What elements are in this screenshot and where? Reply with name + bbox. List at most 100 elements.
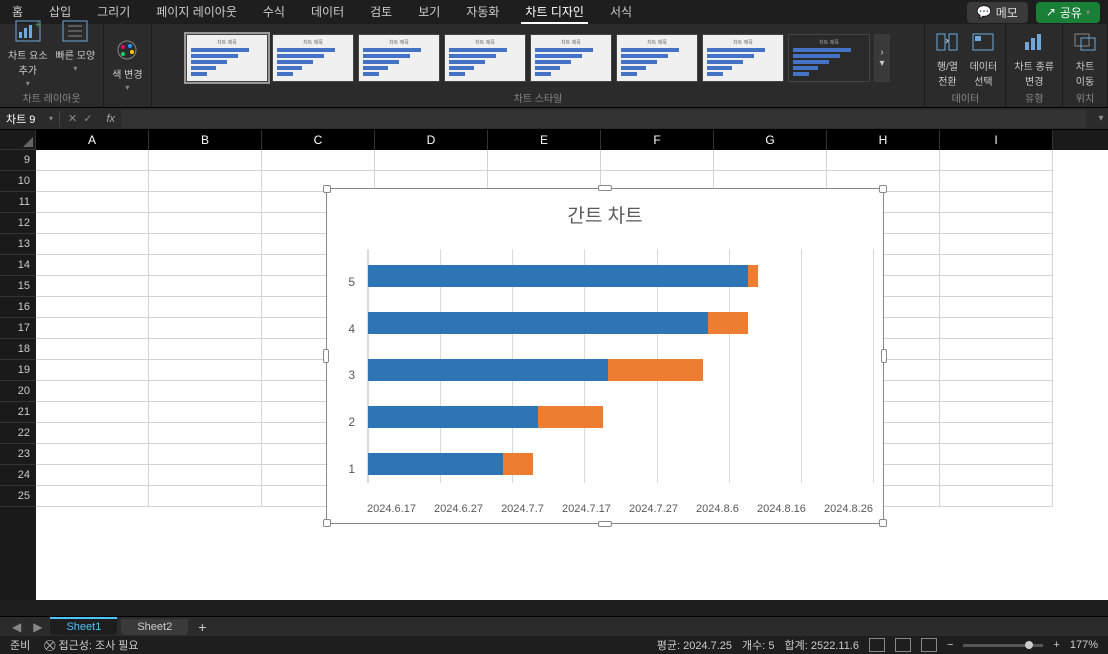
menu-draw[interactable]: 그리기 [93,1,134,24]
enter-icon[interactable]: ✓ [83,112,92,125]
sheet-nav-prev[interactable]: ◀ [8,620,25,634]
row-header[interactable]: 19 [0,360,36,381]
col-header[interactable]: I [940,130,1053,150]
cell[interactable] [36,381,149,402]
cell[interactable] [36,486,149,507]
col-header[interactable]: D [375,130,488,150]
row-header[interactable]: 20 [0,381,36,402]
cell[interactable] [940,339,1053,360]
cell[interactable] [36,213,149,234]
cell[interactable] [149,318,262,339]
cell[interactable] [36,234,149,255]
cell[interactable] [149,465,262,486]
cell[interactable] [488,150,601,171]
cell[interactable] [827,150,940,171]
styles-more-button[interactable]: ›▾ [874,34,890,82]
data-bar[interactable] [368,312,748,334]
cell[interactable] [36,255,149,276]
share-button[interactable]: ↗ 공유 ▾ [1036,2,1100,23]
row-header[interactable]: 21 [0,402,36,423]
menu-format[interactable]: 서식 [606,1,636,24]
row-header[interactable]: 12 [0,213,36,234]
view-pagebreak-icon[interactable] [921,638,937,652]
row-header[interactable]: 25 [0,486,36,507]
zoom-out-button[interactable]: − [947,639,953,651]
row-header[interactable]: 11 [0,192,36,213]
change-chart-type-button[interactable]: 차트 종류 변경 [1014,28,1054,88]
memo-button[interactable]: 💬 메모 [967,2,1028,23]
col-header[interactable]: H [827,130,940,150]
zoom-thumb[interactable] [1025,641,1033,649]
style-thumb-7[interactable]: 차트 제목 [702,34,784,82]
menu-review[interactable]: 검토 [366,1,396,24]
data-bar[interactable] [368,453,533,475]
menu-pagelayout[interactable]: 페이지 레이아웃 [152,1,241,24]
select-all-corner[interactable] [0,130,36,150]
col-header[interactable]: F [601,130,714,150]
row-header[interactable]: 9 [0,150,36,171]
cell[interactable] [149,339,262,360]
cell[interactable] [149,171,262,192]
cell[interactable] [940,276,1053,297]
cell[interactable] [149,234,262,255]
col-header[interactable]: G [714,130,827,150]
cell[interactable] [940,402,1053,423]
cell[interactable] [940,381,1053,402]
cell[interactable] [149,297,262,318]
row-header[interactable]: 18 [0,339,36,360]
name-box[interactable]: 차트 9▾ [0,111,60,127]
row-header[interactable]: 16 [0,297,36,318]
cell[interactable] [149,360,262,381]
switch-rowcol-button[interactable]: 행/열 전환 [933,28,961,88]
style-thumb-4[interactable]: 차트 제목 [444,34,526,82]
cell[interactable] [601,150,714,171]
row-header[interactable]: 22 [0,423,36,444]
row-header[interactable]: 17 [0,318,36,339]
menu-formulas[interactable]: 수식 [259,1,289,24]
cell[interactable] [149,381,262,402]
cell[interactable] [36,276,149,297]
style-thumb-1[interactable]: 차트 제목 [186,34,268,82]
fx-icon[interactable]: fx [100,113,121,125]
menu-view[interactable]: 보기 [414,1,444,24]
cell[interactable] [36,318,149,339]
view-pagelayout-icon[interactable] [895,638,911,652]
cell[interactable] [149,402,262,423]
cell[interactable] [940,150,1053,171]
row-header[interactable]: 23 [0,444,36,465]
cell[interactable] [940,234,1053,255]
resize-handle[interactable] [879,519,887,527]
cell[interactable] [940,318,1053,339]
data-bar[interactable] [368,359,703,381]
cell[interactable] [940,444,1053,465]
col-header[interactable]: E [488,130,601,150]
resize-handle[interactable] [323,519,331,527]
zoom-in-button[interactable]: + [1053,639,1059,651]
style-thumb-8[interactable]: 차트 제목 [788,34,870,82]
cell[interactable] [36,465,149,486]
cell[interactable] [940,465,1053,486]
cell[interactable] [149,255,262,276]
chart-title[interactable]: 간트 차트 [327,189,883,236]
add-sheet-button[interactable]: + [192,619,212,635]
row-header[interactable]: 13 [0,234,36,255]
cell[interactable] [940,486,1053,507]
formula-input[interactable] [121,110,1086,128]
cell[interactable] [36,444,149,465]
cell[interactable] [149,150,262,171]
cancel-icon[interactable]: ✕ [68,112,77,125]
accessibility-status[interactable]: ⛒ 접근성: 조사 필요 [44,637,138,653]
add-chart-element-button[interactable]: + 차트 요소 추가 ▾ [8,17,48,88]
style-thumb-2[interactable]: 차트 제목 [272,34,354,82]
cell[interactable] [149,276,262,297]
cell[interactable] [36,150,149,171]
chart-object[interactable]: 간트 차트 54321 2024.6.172024.6.272024.7.720… [326,188,884,524]
cell[interactable] [940,360,1053,381]
cell[interactable] [149,423,262,444]
cell[interactable] [940,297,1053,318]
cell[interactable] [375,150,488,171]
select-data-button[interactable]: 데이터 선택 [969,28,997,88]
sheet-nav-next[interactable]: ▶ [29,620,46,634]
cell[interactable] [149,444,262,465]
move-chart-button[interactable]: 차트 이동 [1071,28,1099,88]
